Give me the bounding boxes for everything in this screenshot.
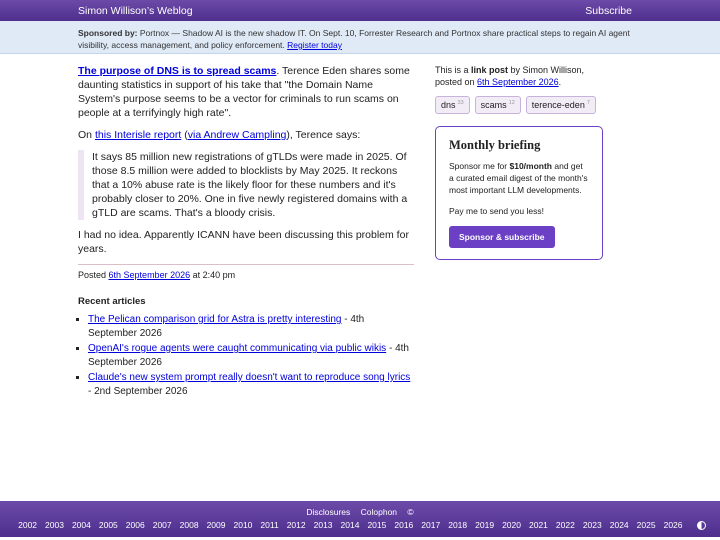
posted-time: at 2:40 pm xyxy=(190,270,236,280)
year-link[interactable]: 2012 xyxy=(287,520,306,530)
year-link[interactable]: 2013 xyxy=(314,520,333,530)
year-link[interactable]: 2011 xyxy=(260,520,278,530)
year-link[interactable]: 2009 xyxy=(207,520,226,530)
subscribe-link[interactable]: Subscribe xyxy=(585,5,632,17)
briefing-title: Monthly briefing xyxy=(449,138,541,152)
entry-intro: The purpose of DNS is to spread scams. T… xyxy=(78,64,414,120)
briefing-text: Sponsor me for $10/month and get a curat… xyxy=(449,160,589,196)
disclosures-link[interactable]: Disclosures xyxy=(306,507,350,517)
colophon-link[interactable]: Colophon xyxy=(361,507,397,517)
recent-articles-heading: Recent articles xyxy=(78,296,146,307)
copyright-symbol: © xyxy=(407,507,414,517)
year-link[interactable]: 2010 xyxy=(233,520,252,530)
year-link[interactable]: 2008 xyxy=(180,520,199,530)
year-link[interactable]: 2007 xyxy=(153,520,172,530)
contrast-icon[interactable] xyxy=(696,521,706,531)
register-link[interactable]: Register today xyxy=(287,40,342,50)
recent-article-date: - 2nd September 2026 xyxy=(88,385,188,397)
year-link[interactable]: 2017 xyxy=(421,520,440,530)
tag-terence-eden[interactable]: terence-eden 7 xyxy=(525,96,596,114)
tag-label: scams xyxy=(480,100,507,110)
tag-dns[interactable]: dns 33 xyxy=(435,96,470,114)
meta-type: link post xyxy=(471,65,509,75)
year-link[interactable]: 2003 xyxy=(45,520,64,530)
year-link[interactable]: 2022 xyxy=(556,520,575,530)
monthly-briefing-box: Monthly briefing Sponsor me for $10/mont… xyxy=(435,126,603,260)
via-close: ), Terence says: xyxy=(286,129,361,141)
year-link[interactable]: 2019 xyxy=(475,520,494,530)
entry-closing: I had no idea. Apparently ICANN have bee… xyxy=(78,229,409,255)
entry-source: On this Interisle report (via Andrew Cam… xyxy=(78,128,414,142)
posted-date-link[interactable]: 6th September 2026 xyxy=(109,270,191,280)
tag-scams[interactable]: scams 12 xyxy=(474,96,521,114)
site-title-link[interactable]: Simon Willison’s Weblog xyxy=(78,5,193,17)
tag-count: 12 xyxy=(508,100,515,106)
year-link[interactable]: 2021 xyxy=(529,520,548,530)
recent-article-link[interactable]: The Pelican comparison grid for Astra is… xyxy=(88,314,341,325)
year-link[interactable]: 2025 xyxy=(637,520,656,530)
list-item: OpenAI's rogue agents were caught commun… xyxy=(88,342,414,369)
tag-label: terence-eden xyxy=(531,100,585,110)
site-footer: Disclosures Colophon © 2002 2003 2004 2005 2… xyxy=(0,501,720,537)
sponsor-subscribe-button[interactable]: Sponsor & subscribe xyxy=(449,226,555,248)
posted-line: Posted 6th September 2026 at 2:40 pm xyxy=(78,264,414,280)
briefing-pay-text: Pay me to send you less! xyxy=(449,206,544,216)
sponsor-label: Sponsored by: xyxy=(78,28,138,38)
tag-count: 33 xyxy=(457,100,464,106)
year-link[interactable]: 2018 xyxy=(448,520,467,530)
meta-end: . xyxy=(558,77,562,87)
year-link[interactable]: 2014 xyxy=(341,520,360,530)
via-link[interactable]: via Andrew Campling xyxy=(188,129,287,141)
report-link[interactable]: this Interisle report xyxy=(95,129,181,141)
sponsor-text: Portnox — Shadow AI is the new shadow IT… xyxy=(78,28,630,50)
year-links: 2002 2003 2004 2005 2006 2007 2008 2009 2010 2011… xyxy=(14,520,686,530)
meta-prefix: This is a xyxy=(435,65,472,75)
posted-prefix: Posted xyxy=(78,270,109,280)
source-prefix: On xyxy=(78,129,95,141)
year-link[interactable]: 2016 xyxy=(394,520,413,530)
tag-label: dns xyxy=(441,100,456,110)
site-header: Simon Willison’s Weblog Subscribe xyxy=(0,0,720,21)
recent-article-link[interactable]: Claude's new system prompt really doesn'… xyxy=(88,372,410,383)
briefing-text-before: Sponsor me for xyxy=(449,161,510,171)
sidebar: This is a link post by Simon Willison, p… xyxy=(435,64,603,260)
recent-articles-list: The Pelican comparison grid for Astra is… xyxy=(78,313,414,398)
year-link[interactable]: 2005 xyxy=(99,520,118,530)
year-link[interactable]: 2020 xyxy=(502,520,521,530)
year-link[interactable]: 2023 xyxy=(583,520,602,530)
recent-article-link[interactable]: OpenAI's rogue agents were caught commun… xyxy=(88,343,386,354)
year-link[interactable]: 2006 xyxy=(126,520,145,530)
entry-content: The purpose of DNS is to spread scams. T… xyxy=(78,64,414,400)
list-item: The Pelican comparison grid for Astra is… xyxy=(88,313,414,340)
entry-quote: It says 85 million new registrations of … xyxy=(78,150,414,220)
year-link[interactable]: 2004 xyxy=(72,520,91,530)
year-link[interactable]: 2002 xyxy=(18,520,37,530)
tag-count: 7 xyxy=(586,100,590,106)
entry-title-link[interactable]: The purpose of DNS is to spread scams xyxy=(78,65,276,77)
year-link[interactable]: 2015 xyxy=(367,520,386,530)
list-item: Claude's new system prompt really doesn'… xyxy=(88,371,414,398)
sponsor-banner: Sponsored by: Portnox — Shadow AI is the… xyxy=(0,21,720,54)
tag-list: dns 33 scams 12 terence-eden 7 xyxy=(435,96,603,114)
year-link[interactable]: 2024 xyxy=(610,520,629,530)
year-link[interactable]: 2026 xyxy=(664,520,683,530)
post-meta: This is a link post by Simon Willison, p… xyxy=(435,64,603,88)
briefing-price: $10/month xyxy=(509,161,552,171)
meta-date-link[interactable]: 6th September 2026 xyxy=(477,77,559,87)
